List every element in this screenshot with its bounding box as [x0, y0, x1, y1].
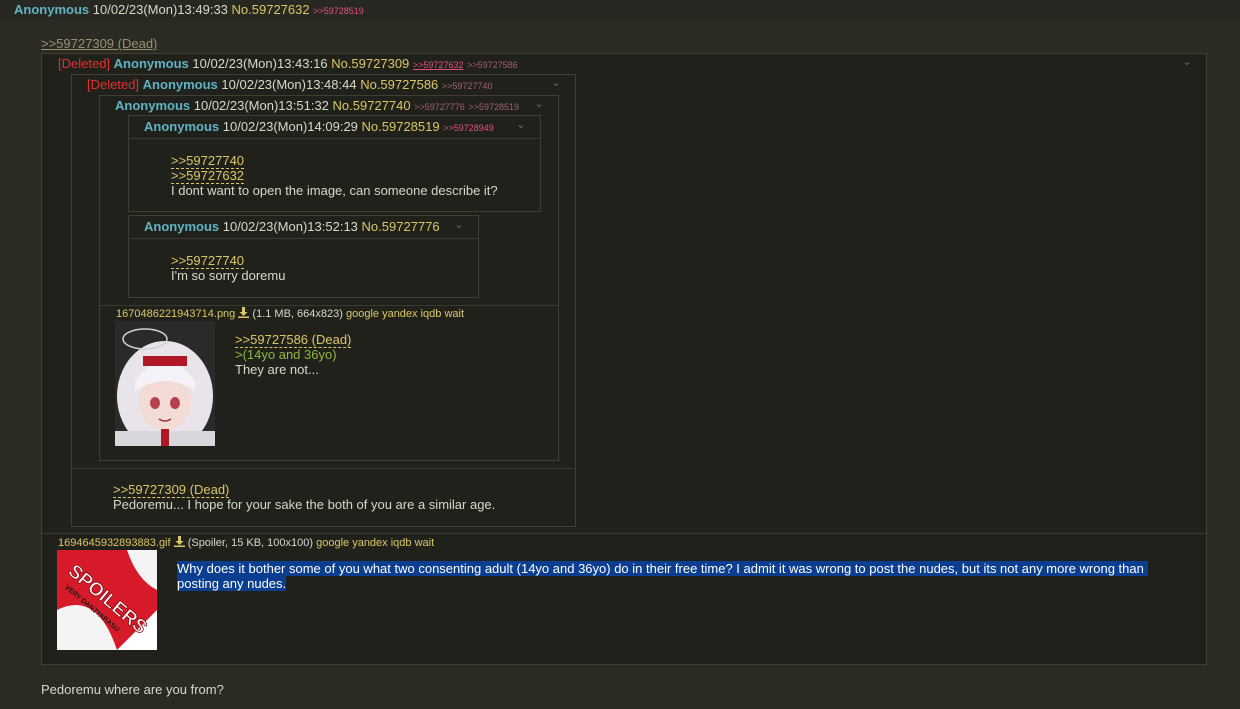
divider [100, 305, 558, 306]
post-text: Pedoremu... I hope for your sake the bot… [113, 497, 496, 512]
backlink[interactable]: >>59728519 [313, 6, 364, 16]
top-post-header: Anonymous 10/02/23(Mon)13:49:33 No.59727… [0, 0, 1240, 20]
post-text: They are not... [235, 362, 319, 377]
file-link[interactable]: 1694645932893883.gif [58, 537, 171, 549]
chevron-down-icon[interactable]: ⌄ [549, 76, 563, 90]
backlink[interactable]: >>59727776 [414, 102, 465, 112]
post-number-link[interactable]: No.59727586 [360, 77, 438, 92]
post-date: 10/02/23(Mon)14:09:29 [222, 119, 358, 134]
backlink[interactable]: >>59727586 [467, 60, 518, 70]
dead-quote-link[interactable]: >>59727309 (Dead) [41, 36, 157, 51]
quote-link[interactable]: >>59727586 (Dead) [235, 333, 352, 348]
chevron-down-icon[interactable]: ⌄ [514, 118, 528, 132]
post-date: 10/02/23(Mon)13:51:32 [193, 98, 329, 113]
file-meta: (Spoiler, 15 KB, 100x100) [187, 537, 314, 549]
chevron-down-icon[interactable]: ⌄ [1180, 55, 1194, 69]
chevron-down-icon[interactable]: ⌄ [452, 218, 466, 232]
post-number-link[interactable]: No.59728519 [362, 119, 440, 134]
quote-link[interactable]: >>59727632 [171, 169, 245, 184]
download-icon[interactable] [173, 536, 185, 547]
post-number-link[interactable]: No.59727309 [331, 56, 409, 71]
file-meta: (1.1 MB, 664x823) [252, 308, 343, 320]
deleted-tag: [Deleted] [58, 56, 111, 71]
backlink[interactable]: >>59727632 [413, 60, 464, 70]
post-number-link[interactable]: No.59727740 [333, 98, 411, 113]
backlink[interactable]: >>59727740 [442, 81, 493, 91]
divider [129, 238, 478, 239]
divider [129, 138, 540, 139]
post-text: Pedoremu where are you from? [41, 682, 224, 697]
file-info: 1694645932893883.gif (Spoiler, 15 KB, 10… [58, 536, 434, 549]
deleted-tag: [Deleted] [87, 77, 140, 92]
quote-link[interactable]: >>59727309 (Dead) [113, 483, 230, 498]
spoiler-image: SPOILERS VERY DANJYARASU [57, 550, 157, 650]
post-date: 10/02/23(Mon)13:48:44 [221, 77, 357, 92]
backlink[interactable]: >>59728949 [443, 123, 494, 133]
poster-name: Anonymous [144, 219, 220, 234]
divider [72, 468, 574, 469]
quote-link[interactable]: >>59727740 [171, 154, 245, 169]
quote-link[interactable]: >>59727740 [171, 254, 245, 269]
post-thumbnail[interactable] [115, 321, 215, 451]
file-link[interactable]: 1670486221943714.png [116, 308, 235, 320]
poster-name: Anonymous [144, 119, 220, 134]
selected-post-text-line2: posting any nudes. [177, 576, 287, 591]
image-search-links[interactable]: google yandex iqdb wait [316, 537, 434, 549]
image-search-links[interactable]: google yandex iqdb wait [346, 308, 464, 320]
file-info: 1670486221943714.png (1.1 MB, 664x823) g… [116, 307, 464, 320]
post-date: 10/02/23(Mon)13:43:16 [192, 56, 328, 71]
post-date: 10/02/23(Mon)13:52:13 [222, 219, 358, 234]
post-number-link[interactable]: No.59727632 [232, 2, 310, 17]
post-text: I'm so sorry doremu [171, 268, 286, 283]
divider [42, 533, 1206, 534]
poster-name: Anonymous [142, 77, 218, 92]
post-text: I dont want to open the image, can someo… [171, 183, 498, 198]
anime-girl-thumbnail-image [115, 321, 215, 451]
poster-name: Anonymous [14, 2, 90, 17]
chevron-down-icon[interactable]: ⌄ [532, 97, 546, 111]
spoiler-thumbnail[interactable]: SPOILERS VERY DANJYARASU [57, 550, 157, 650]
selected-post-text-line1: Why does it bother some of you what two … [177, 561, 1148, 576]
download-icon[interactable] [238, 307, 250, 318]
post-number-link[interactable]: No.59727776 [362, 219, 440, 234]
post-date: 10/02/23(Mon)13:49:33 [92, 2, 228, 17]
backlink[interactable]: >>59728519 [468, 102, 519, 112]
poster-name: Anonymous [113, 56, 189, 71]
poster-name: Anonymous [115, 98, 191, 113]
greentext: >(14yo and 36yo) [235, 347, 337, 362]
